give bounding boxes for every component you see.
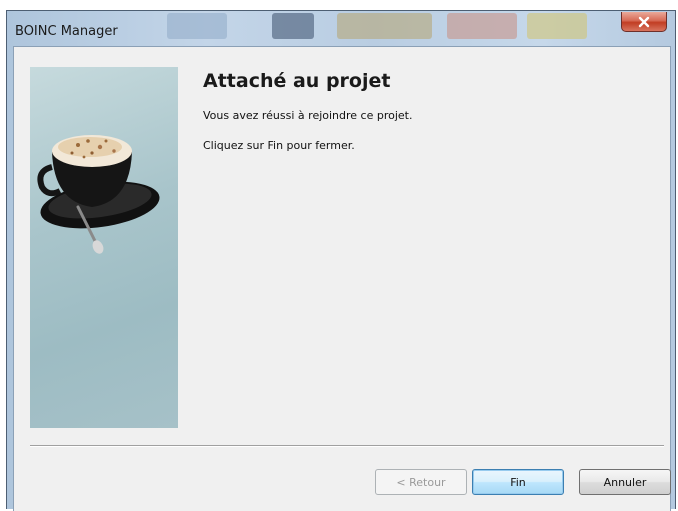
side-illustration [30, 67, 178, 428]
title-bar-background [167, 13, 227, 39]
button-separator [30, 445, 664, 447]
dialog-window: BOINC Manager Attaché au projet Vous ave… [6, 10, 676, 511]
title-bar[interactable]: BOINC Manager [7, 11, 675, 47]
back-button[interactable]: < Retour [375, 469, 467, 495]
cancel-button[interactable]: Annuler [579, 469, 671, 495]
coffee-cup-illustration [37, 135, 160, 254]
wizard-heading: Attaché au projet [203, 70, 391, 92]
title-bar-background [337, 13, 432, 39]
dialog-body: Attaché au projet Vous avez réussi à rej… [13, 46, 671, 511]
close-button[interactable] [621, 12, 667, 32]
close-icon [638, 16, 650, 27]
success-message: Vous avez réussi à rejoindre ce projet. [203, 109, 413, 122]
finish-instruction: Cliquez sur Fin pour fermer. [203, 139, 355, 152]
window-title: BOINC Manager [15, 24, 118, 39]
title-bar-background [447, 13, 517, 39]
title-bar-background [272, 13, 314, 39]
title-bar-background [527, 13, 587, 39]
finish-button[interactable]: Fin [472, 469, 564, 495]
